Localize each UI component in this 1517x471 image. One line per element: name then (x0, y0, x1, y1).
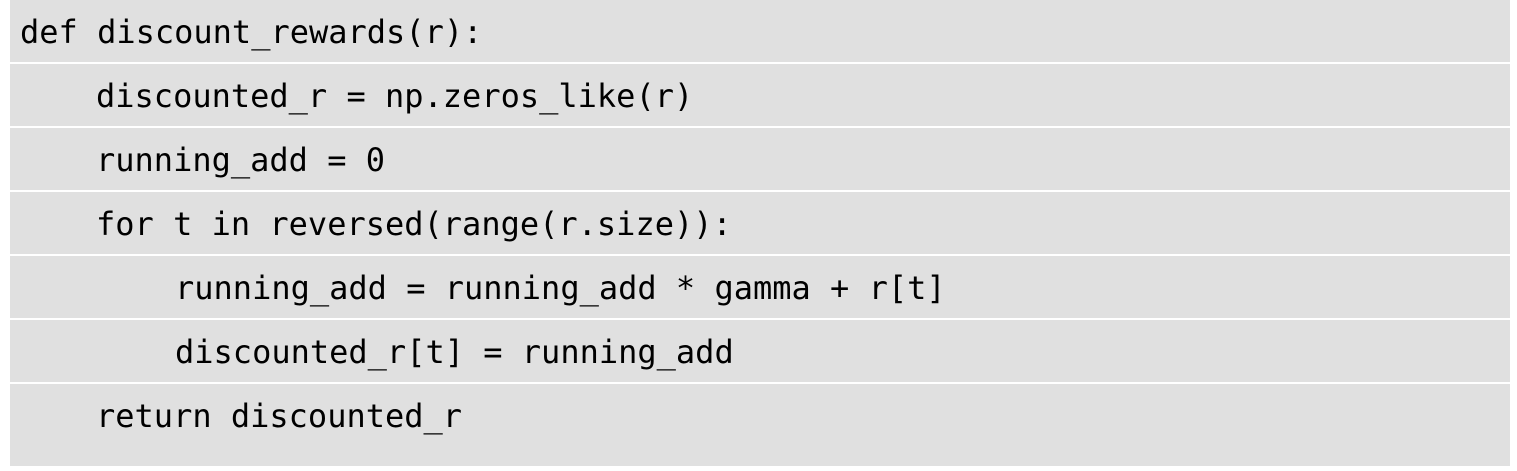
code-line-4: for t in reversed(range(r.size)): (10, 192, 1510, 256)
code-block: def discount_rewards(r): discounted_r = … (10, 0, 1510, 466)
code-line-5: running_add = running_add * gamma + r[t] (10, 256, 1510, 320)
code-line-3: running_add = 0 (10, 128, 1510, 192)
code-line-7: return discounted_r (96, 397, 463, 435)
code-line-6: discounted_r[t] = running_add (10, 320, 1510, 384)
code-line-2: discounted_r = np.zeros_like(r) (10, 64, 1510, 128)
code-line-1: def discount_rewards(r): (10, 0, 1510, 64)
